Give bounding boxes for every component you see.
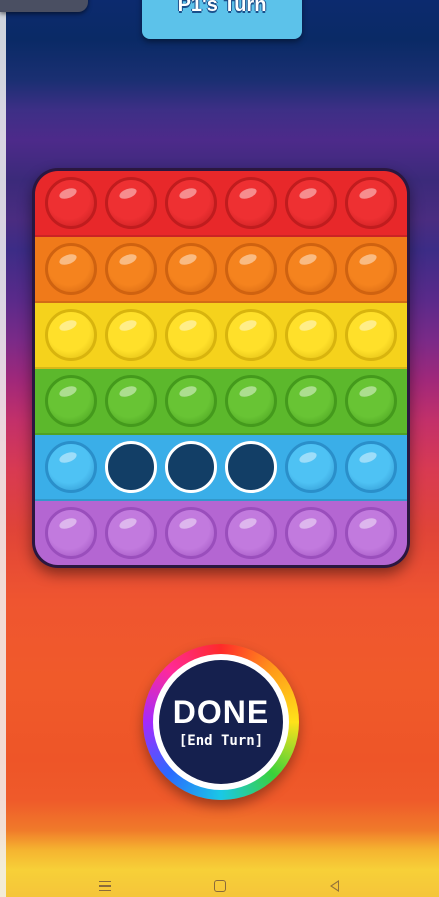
left-edge-strip <box>0 0 6 897</box>
bubble-row-blue <box>35 435 407 501</box>
home-icon[interactable] <box>210 878 230 894</box>
bubble-blue-4[interactable] <box>225 441 277 493</box>
bubble-orange-6[interactable] <box>345 243 397 295</box>
bubble-green-2[interactable] <box>105 375 157 427</box>
board-grid <box>35 171 407 565</box>
bubble-orange-1[interactable] <box>45 243 97 295</box>
bubble-yellow-5[interactable] <box>285 309 337 361</box>
bubble-red-6[interactable] <box>345 177 397 229</box>
bubble-yellow-6[interactable] <box>345 309 397 361</box>
bubble-orange-3[interactable] <box>165 243 217 295</box>
bubble-row-green <box>35 369 407 435</box>
bubble-row-yellow <box>35 303 407 369</box>
bubble-blue-3[interactable] <box>165 441 217 493</box>
done-label: DONE <box>172 694 270 730</box>
bubble-purple-3[interactable] <box>165 507 217 559</box>
bubble-orange-5[interactable] <box>285 243 337 295</box>
bubble-row-orange <box>35 237 407 303</box>
bubble-red-5[interactable] <box>285 177 337 229</box>
bubble-red-4[interactable] <box>225 177 277 229</box>
pop-it-board <box>32 168 410 568</box>
bubble-orange-2[interactable] <box>105 243 157 295</box>
bubble-purple-2[interactable] <box>105 507 157 559</box>
menu-icon[interactable] <box>95 878 115 894</box>
back-icon[interactable] <box>324 878 344 894</box>
bubble-red-3[interactable] <box>165 177 217 229</box>
bubble-blue-6[interactable] <box>345 441 397 493</box>
bubble-yellow-1[interactable] <box>45 309 97 361</box>
bubble-red-1[interactable] <box>45 177 97 229</box>
bubble-yellow-3[interactable] <box>165 309 217 361</box>
menu-tab[interactable] <box>0 0 88 12</box>
bubble-green-6[interactable] <box>345 375 397 427</box>
bubble-red-2[interactable] <box>105 177 157 229</box>
bubble-blue-1[interactable] <box>45 441 97 493</box>
bubble-green-1[interactable] <box>45 375 97 427</box>
bubble-green-4[interactable] <box>225 375 277 427</box>
bubble-yellow-4[interactable] <box>225 309 277 361</box>
end-turn-label: [End Turn] <box>178 733 264 749</box>
bubble-blue-5[interactable] <box>285 441 337 493</box>
done-button-border: DONE [End Turn] <box>153 654 289 790</box>
bubble-green-5[interactable] <box>285 375 337 427</box>
bubble-purple-6[interactable] <box>345 507 397 559</box>
bubble-blue-2[interactable] <box>105 441 157 493</box>
bubble-yellow-2[interactable] <box>105 309 157 361</box>
bubble-purple-4[interactable] <box>225 507 277 559</box>
bubble-purple-1[interactable] <box>45 507 97 559</box>
turn-label: P1's Turn <box>177 0 267 16</box>
bubble-purple-5[interactable] <box>285 507 337 559</box>
bubble-orange-4[interactable] <box>225 243 277 295</box>
bubble-green-3[interactable] <box>165 375 217 427</box>
done-button-ring[interactable]: DONE [End Turn] <box>143 644 299 800</box>
turn-banner: P1's Turn <box>142 0 302 39</box>
bubble-row-purple <box>35 501 407 565</box>
bubble-row-red <box>35 171 407 237</box>
system-nav-bar <box>0 874 439 897</box>
done-button[interactable]: DONE [End Turn] <box>159 660 283 784</box>
